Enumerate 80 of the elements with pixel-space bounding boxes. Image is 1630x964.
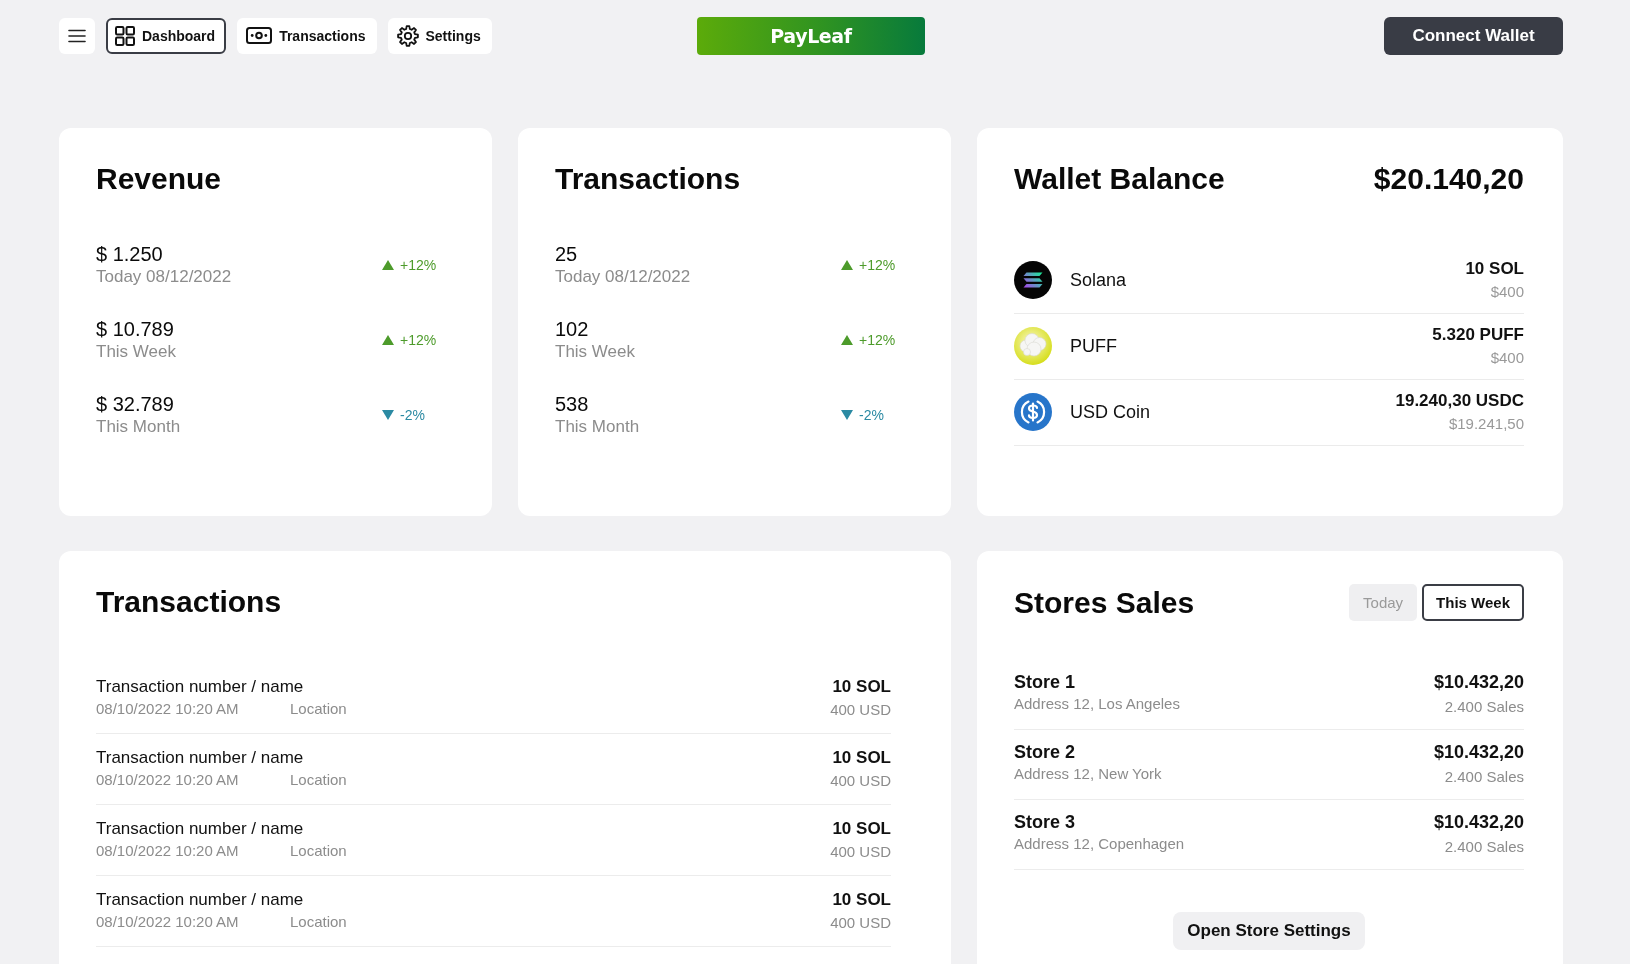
store-address: Address 12, Copenhagen (1014, 834, 1185, 853)
transaction-name: Transaction number / name (96, 676, 305, 697)
stat-period: This Month (555, 416, 641, 437)
stat-period: This Week (555, 341, 636, 362)
token-value: $400 (1489, 348, 1524, 368)
wallet-total: $20.140,20 (1373, 161, 1524, 197)
store-total: $10.432,20 (1433, 741, 1524, 763)
period-tab[interactable]: This Week (1422, 584, 1524, 621)
transaction-location: Location (290, 912, 347, 931)
nav-tab[interactable]: Settings (387, 17, 492, 54)
token-name: USD Coin (1070, 401, 1152, 423)
card-title: Transactions (96, 584, 283, 620)
card-title: Wallet Balance (1014, 161, 1225, 197)
menu-icon (68, 28, 86, 43)
dollar-coin-icon (1014, 393, 1052, 431)
transaction-amount: 10 SOL (831, 818, 891, 839)
token-amount: 10 SOL (1465, 258, 1524, 280)
stat-period: Today 08/12/2022 (96, 266, 233, 287)
store-sales-count: 2.400 Sales (1443, 697, 1524, 716)
transaction-usd-value: 400 USD (830, 913, 891, 932)
nav-tab[interactable]: Dashboard (106, 17, 227, 54)
stat-value: $ 10.789 (96, 318, 175, 341)
token-amount: 19.240,30 USDC (1395, 390, 1524, 412)
change-percent: +12% (859, 332, 896, 348)
connect-wallet-button[interactable]: Connect Wallet (1384, 16, 1563, 55)
stat-period: Today 08/12/2022 (555, 266, 692, 287)
transaction-usd-value: 400 USD (830, 700, 891, 719)
transaction-location: Location (290, 770, 347, 789)
change-percent: +12% (400, 332, 437, 348)
transaction-usd-value: 400 USD (830, 771, 891, 790)
open-store-settings-button[interactable]: Open Store Settings (1173, 912, 1365, 950)
stat-period: This Week (96, 341, 177, 362)
transaction-name: Transaction number / name (96, 747, 305, 768)
nav-tab[interactable]: Transactions (237, 17, 377, 54)
store-total: $10.432,20 (1433, 671, 1524, 693)
store-name: Store 3 (1014, 811, 1077, 833)
token-value: $19.241,50 (1447, 414, 1524, 434)
stat-value: 102 (555, 318, 590, 341)
stat-value: $ 1.250 (96, 243, 164, 266)
transaction-amount: 10 SOL (831, 747, 891, 768)
transaction-datetime: 08/10/2022 10:20 AM (96, 699, 240, 718)
stat-value: $ 32.789 (96, 393, 175, 416)
transaction-datetime: 08/10/2022 10:20 AM (96, 841, 240, 860)
striped-coin-icon (1014, 261, 1052, 299)
cloud-coin-icon (1014, 327, 1052, 365)
store-address: Address 12, Los Angeles (1014, 694, 1180, 713)
card-title: Stores Sales (1014, 584, 1195, 621)
store-name: Store 2 (1014, 741, 1077, 763)
transaction-amount: 10 SOL (831, 676, 891, 697)
store-name: Store 1 (1014, 671, 1077, 693)
stat-period: This Month (96, 416, 182, 437)
stat-value: 25 (555, 243, 579, 266)
change-percent: -2% (859, 407, 884, 423)
token-value: $400 (1489, 282, 1524, 302)
change-percent: +12% (859, 257, 896, 273)
store-sales-count: 2.400 Sales (1443, 837, 1524, 856)
store-sales-count: 2.400 Sales (1443, 767, 1524, 786)
stat-value: 538 (555, 393, 590, 416)
transaction-usd-value: 400 USD (830, 842, 891, 861)
card-title: Transactions (555, 161, 742, 197)
card-title: Revenue (96, 161, 223, 197)
transaction-location: Location (290, 841, 347, 860)
change-percent: -2% (400, 407, 425, 423)
transaction-datetime: 08/10/2022 10:20 AM (96, 770, 240, 789)
transaction-name: Transaction number / name (96, 818, 305, 839)
token-name: PUFF (1070, 335, 1118, 357)
grid-icon (115, 25, 135, 46)
change-percent: +12% (400, 257, 437, 273)
transaction-name: Transaction number / name (96, 889, 305, 910)
gear-icon (396, 24, 419, 47)
transaction-amount: 10 SOL (831, 889, 891, 910)
store-address: Address 12, New York (1014, 764, 1162, 783)
transaction-datetime: 08/10/2022 10:20 AM (96, 912, 240, 931)
banknote-icon (246, 27, 273, 44)
token-amount: 5.320 PUFF (1432, 324, 1524, 346)
store-total: $10.432,20 (1433, 811, 1524, 833)
menu-button[interactable] (59, 17, 95, 54)
transaction-location: Location (290, 699, 347, 718)
token-name: Solana (1070, 269, 1128, 291)
brand-logo: PayLeaf (697, 16, 925, 55)
